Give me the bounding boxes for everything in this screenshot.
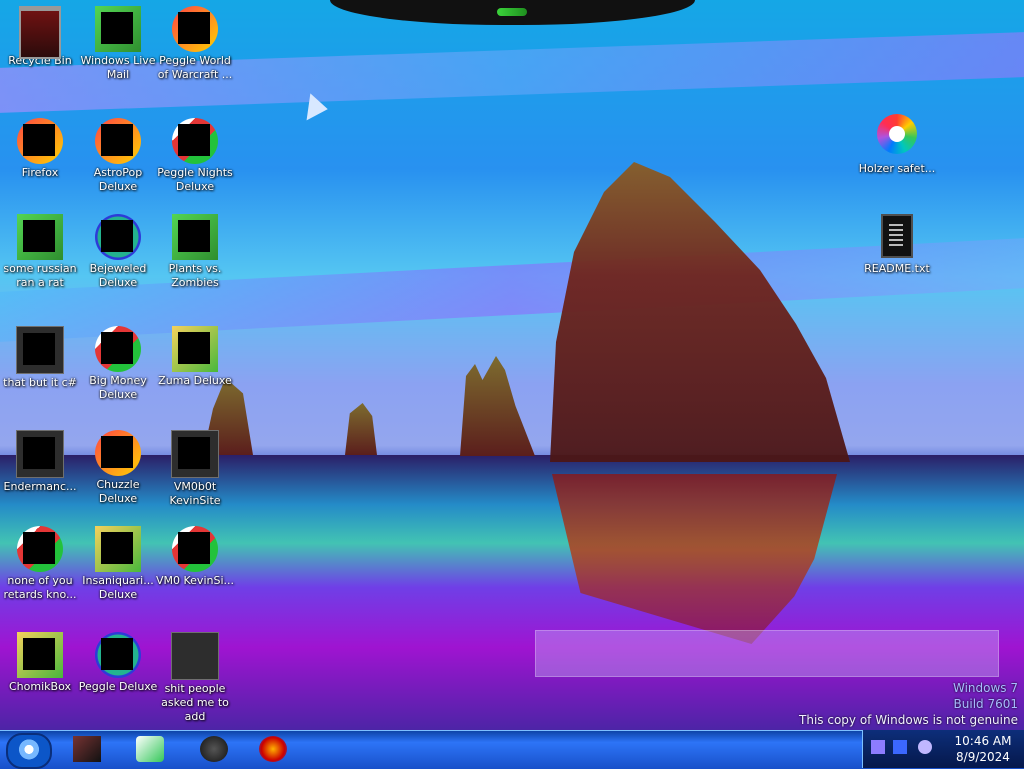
windows-watermark: Windows 7 Build 7601 This copy of Window… [799,680,1018,728]
desktop-icon-label: Big Money Deluxe [89,374,147,401]
desktop-icon-label: none of you retards kno... [3,574,77,601]
taskbar-app-icon[interactable] [200,736,228,762]
vm0b0t-kevinsite-shortcut[interactable]: VM0b0t KevinSite [155,430,235,508]
vm0-kevinsi-shortcut[interactable]: VM0 KevinSi... [155,526,235,588]
taskbar-app-icon[interactable] [73,736,101,762]
game-icon [95,214,141,260]
firefox-icon[interactable] [259,736,287,762]
desktop-icon-label: Peggle Deluxe [78,680,158,693]
watermark-line-1: Windows 7 [952,681,1018,695]
game-icon [95,526,141,572]
desktop-icon-label: AstroPop Deluxe [93,166,143,193]
desktop-icon-label: VM0b0t KevinSite [169,480,221,507]
readme-shortcut[interactable]: README.txt [857,214,937,276]
insaniquarium-shortcut[interactable]: Insaniquari... Deluxe [78,526,158,602]
folder-icon [171,632,219,680]
bejeweled-shortcut[interactable]: Bejeweled Deluxe [78,214,158,290]
game-icon [172,118,218,164]
start-button[interactable] [6,733,52,769]
desktop-icon-label: Peggle Nights Deluxe [157,166,233,193]
zuma-shortcut[interactable]: Zuma Deluxe [155,326,235,388]
recycle-bin-icon [17,6,63,59]
big-money-shortcut[interactable]: Big Money Deluxe [78,326,158,402]
grip-handle[interactable] [497,8,527,16]
desktop-icon-label: README.txt [864,262,930,275]
desktop-icon-label: Zuma Deluxe [158,374,232,387]
plants-vs-zombies-shortcut[interactable]: Plants vs. Zombies [155,214,235,290]
mouse-cursor [296,89,328,121]
app-icon [17,526,63,572]
game-icon [172,214,218,260]
translucent-panel [535,630,999,677]
desktop-icon-label: Endermanc... [3,480,77,493]
app-icon [171,430,219,478]
text-file-icon [874,214,920,260]
app-icon [17,632,63,678]
desktop-icon-label: that but it c# [3,376,77,389]
game-icon [172,6,218,52]
top-gadget-bar[interactable] [330,0,695,25]
tray-icon[interactable] [918,740,932,754]
desktop-shortcut-that-but-it-c[interactable]: that but it c# [0,326,80,390]
desktop-icon-label: some russian ran a rat [3,262,77,289]
game-icon [95,632,141,678]
desktop-shortcut-chomikbox[interactable]: ChomikBox [0,632,80,694]
tray-icon[interactable] [871,740,885,754]
color-wheel-icon [874,114,920,160]
firefox-shortcut[interactable]: Firefox [0,118,80,180]
desktop-icon-label: Peggle World of Warcraft ... [157,54,233,81]
recycle-bin-icon[interactable]: Recycle Bin [0,6,80,68]
mail-icon [95,6,141,52]
system-tray: 10:46 AM 8/9/2024 [862,730,1024,768]
clock-time[interactable]: 10:46 AM [945,734,1021,748]
desktop-icon-label: Chuzzle Deluxe [96,478,140,505]
app-icon [16,430,64,478]
game-icon [95,430,141,476]
desktop-icon-label: Windows Live Mail [80,54,156,81]
game-icon [95,118,141,164]
folder-shortcut[interactable]: shit people asked me to add [155,632,235,724]
clock-date[interactable]: 8/9/2024 [945,750,1021,764]
tray-icon[interactable] [893,740,907,754]
desktop-icon-label: Plants vs. Zombies [168,262,222,289]
desktop-icon-label: Holzer safet... [858,162,936,175]
desktop-icon-label: ChomikBox [9,680,71,693]
desktop-icon-label: VM0 KevinSi... [155,574,234,587]
desktop-icon-label: Insaniquari... Deluxe [82,574,154,601]
desktop-shortcut-russian-rat[interactable]: some russian ran a rat [0,214,80,290]
astropop-shortcut[interactable]: AstroPop Deluxe [78,118,158,194]
desktop-icon-label: Bejeweled Deluxe [89,262,147,289]
watermark-line-2: Build 7601 [953,697,1018,711]
app-icon [17,214,63,260]
media-player-icon[interactable] [136,736,164,762]
desktop-shortcut-none-of-you[interactable]: none of you retards kno... [0,526,80,602]
game-icon [95,326,141,372]
holzer-safe-shortcut[interactable]: Holzer safet... [857,114,937,176]
windows-live-mail-shortcut[interactable]: Windows Live Mail [78,6,158,82]
desktop-shortcut-endermanc[interactable]: Endermanc... [0,430,80,494]
app-icon [172,526,218,572]
chuzzle-shortcut[interactable]: Chuzzle Deluxe [78,430,158,506]
desktop-icon-label: shit people asked me to add [161,682,229,723]
app-icon [16,326,64,374]
peggle-nights-shortcut[interactable]: Peggle Nights Deluxe [155,118,235,194]
peggle-deluxe-shortcut[interactable]: Peggle Deluxe [78,632,158,694]
peggle-world-shortcut[interactable]: Peggle World of Warcraft ... [155,6,235,82]
firefox-icon [17,118,63,164]
game-icon [172,326,218,372]
desktop-icon-label: Firefox [21,166,59,179]
watermark-line-3: This copy of Windows is not genuine [799,713,1018,727]
